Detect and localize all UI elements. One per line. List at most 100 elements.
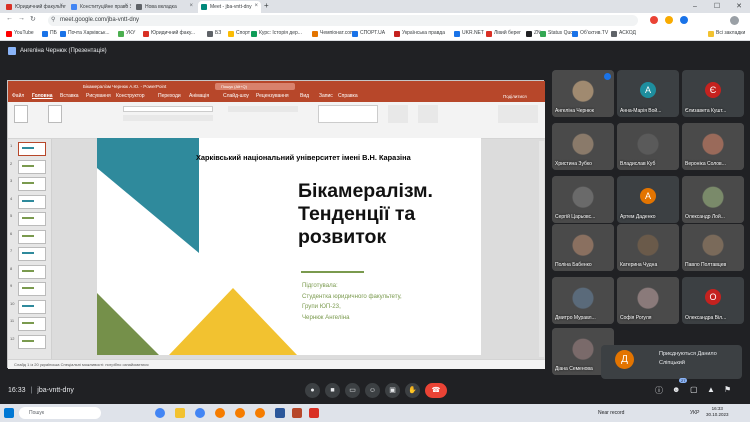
- bookmark-item[interactable]: ZN: [526, 30, 541, 37]
- url-field[interactable]: meet.google.com/jba-vntt-dny: [48, 15, 638, 26]
- bookmark-item[interactable]: Status Quo: [540, 30, 573, 37]
- slide-thumbnail[interactable]: [18, 142, 46, 156]
- participant-tile[interactable]: Христина Зубко: [552, 123, 614, 170]
- browser-tab[interactable]: Meet - jba-vntt-dny ×: [198, 1, 261, 13]
- taskbar-search[interactable]: Пошук: [19, 407, 101, 419]
- participant-tile[interactable]: Є Єлизавета Кушт...: [682, 70, 744, 117]
- slide-thumbnail[interactable]: [18, 159, 46, 174]
- cloud-app-icon[interactable]: [255, 408, 265, 418]
- cloud-app-icon[interactable]: [235, 408, 245, 418]
- cloud-app-icon[interactable]: [215, 408, 225, 418]
- forward-icon[interactable]: →: [18, 15, 25, 22]
- tray-record-label[interactable]: Near record: [598, 410, 624, 416]
- ppt-menu-tab[interactable]: Рецензування: [256, 93, 289, 99]
- ppt-menu-tab[interactable]: Слайд-шоу: [223, 93, 249, 99]
- close-tab-icon[interactable]: ×: [254, 3, 258, 9]
- slide-thumbnail[interactable]: [18, 282, 46, 296]
- bookmark-item[interactable]: ПБ: [42, 30, 57, 37]
- ppt-menu-tab[interactable]: Запис: [319, 93, 333, 99]
- slide-thumbnail[interactable]: [18, 212, 46, 226]
- participant-tile[interactable]: А Артем Даденко: [617, 176, 679, 223]
- ppt-menu-tab[interactable]: Файл: [12, 93, 24, 99]
- slide-thumbnail[interactable]: [18, 194, 46, 209]
- participant-tile[interactable]: О Олександра Віл...: [682, 277, 744, 324]
- chat-icon[interactable]: ▢: [690, 385, 698, 394]
- participant-tile[interactable]: Софія Рогуля: [617, 277, 679, 324]
- participant-tile[interactable]: Ангеліна Чернюк: [552, 70, 614, 117]
- powerpoint-icon[interactable]: [292, 408, 302, 418]
- ppt-menu-tab[interactable]: Вид: [300, 93, 309, 99]
- participant-tile[interactable]: Катерина Чудна: [617, 224, 679, 271]
- bookmark-item[interactable]: СПОРТ.UA: [352, 30, 385, 37]
- ppt-menu-tab[interactable]: Конструктор: [116, 93, 145, 99]
- language-indicator[interactable]: УКР: [690, 410, 699, 416]
- slide-thumbnail[interactable]: [18, 229, 46, 244]
- slide-thumbnail[interactable]: [18, 334, 46, 349]
- ppt-menu-tab[interactable]: Рисування: [86, 93, 111, 99]
- slide-thumbnail[interactable]: [18, 264, 46, 279]
- microphone-icon[interactable]: ●: [305, 383, 320, 398]
- participant-tile[interactable]: Вероніка Солов...: [682, 123, 744, 170]
- chrome-icon[interactable]: [195, 408, 205, 418]
- paragraph-row[interactable]: [228, 106, 298, 112]
- slide-thumbnail[interactable]: [18, 299, 46, 314]
- word-icon[interactable]: [275, 408, 285, 418]
- activities-icon[interactable]: ▲: [707, 385, 715, 394]
- slide-thumbnail[interactable]: [18, 317, 46, 331]
- file-explorer-icon[interactable]: [175, 408, 185, 418]
- clock[interactable]: 16:33 30.10.2023: [706, 406, 729, 418]
- bookmark-item[interactable]: Спорт: [228, 30, 250, 37]
- close-tab-icon[interactable]: ×: [189, 3, 193, 9]
- raise-hand-icon[interactable]: ✋: [405, 383, 420, 398]
- browser-tab[interactable]: Юридичний факультет ×: [3, 1, 66, 13]
- captions-icon[interactable]: ▭: [345, 383, 360, 398]
- bookmark-item[interactable]: Курс: Історія дер...: [251, 30, 302, 37]
- participant-tile[interactable]: Павло Полтавцев: [682, 224, 744, 271]
- bookmark-item[interactable]: Обʼєктив.TV: [572, 30, 608, 37]
- slide-thumbnail[interactable]: [18, 177, 46, 191]
- leave-call-button[interactable]: ☎: [425, 383, 447, 398]
- participant-tile[interactable]: Сергій Царьовс...: [552, 176, 614, 223]
- participant-tile[interactable]: А Анна-Марія Вой...: [617, 70, 679, 117]
- new-tab-icon[interactable]: +: [264, 1, 269, 10]
- arrange-icon[interactable]: [388, 105, 408, 123]
- quick-styles-icon[interactable]: [418, 105, 438, 123]
- close-tab-icon[interactable]: ×: [124, 3, 128, 9]
- bookmark-item[interactable]: Українська правда: [394, 30, 445, 37]
- font-formatting-row[interactable]: [123, 115, 213, 121]
- bookmark-item[interactable]: Юридичний факу...: [143, 30, 195, 37]
- participant-tile[interactable]: Олександр Лой...: [682, 176, 744, 223]
- reload-icon[interactable]: ↻: [30, 15, 36, 23]
- extension-icon[interactable]: [650, 16, 658, 24]
- extension-icon[interactable]: [680, 16, 688, 24]
- bookmark-item[interactable]: УКУ: [118, 30, 135, 37]
- bookmark-item[interactable]: БЗ: [207, 30, 221, 37]
- pdf-reader-icon[interactable]: [309, 408, 319, 418]
- close-tab-icon[interactable]: ×: [59, 3, 63, 9]
- bookmark-item[interactable]: Лівий берег: [486, 30, 521, 37]
- present-screen-icon[interactable]: ▣: [385, 383, 400, 398]
- back-icon[interactable]: ←: [6, 15, 13, 22]
- participant-tile[interactable]: Дмитро Муравл...: [552, 277, 614, 324]
- ppt-vertical-scrollbar[interactable]: [539, 141, 544, 357]
- close-window-icon[interactable]: ✕: [728, 0, 750, 13]
- maximize-icon[interactable]: ☐: [706, 0, 728, 13]
- ppt-menu-tab[interactable]: Вставка: [60, 93, 79, 99]
- bookmark-item[interactable]: YouTube: [6, 30, 34, 37]
- participant-tile[interactable]: Владислав Куб: [617, 123, 679, 170]
- start-icon[interactable]: [4, 408, 14, 418]
- camera-icon[interactable]: ■: [325, 383, 340, 398]
- host-controls-icon[interactable]: ⚑: [724, 385, 731, 394]
- chrome-icon[interactable]: [155, 408, 165, 418]
- editing-group[interactable]: [498, 105, 538, 123]
- bookmark-item[interactable]: Всі закладки: [708, 30, 745, 37]
- shapes-gallery[interactable]: [318, 105, 378, 123]
- ppt-menu-tab[interactable]: Головна: [32, 93, 53, 99]
- meeting-details-icon[interactable]: ⓘ: [655, 385, 663, 396]
- paste-icon[interactable]: [14, 105, 28, 123]
- bookmark-item[interactable]: UKR.NET: [454, 30, 484, 37]
- slide-thumbnail[interactable]: [18, 247, 46, 261]
- ppt-share-button[interactable]: Поділитися: [503, 94, 527, 99]
- ppt-menu-tab[interactable]: Справка: [338, 93, 358, 99]
- extension-icon[interactable]: [665, 16, 673, 24]
